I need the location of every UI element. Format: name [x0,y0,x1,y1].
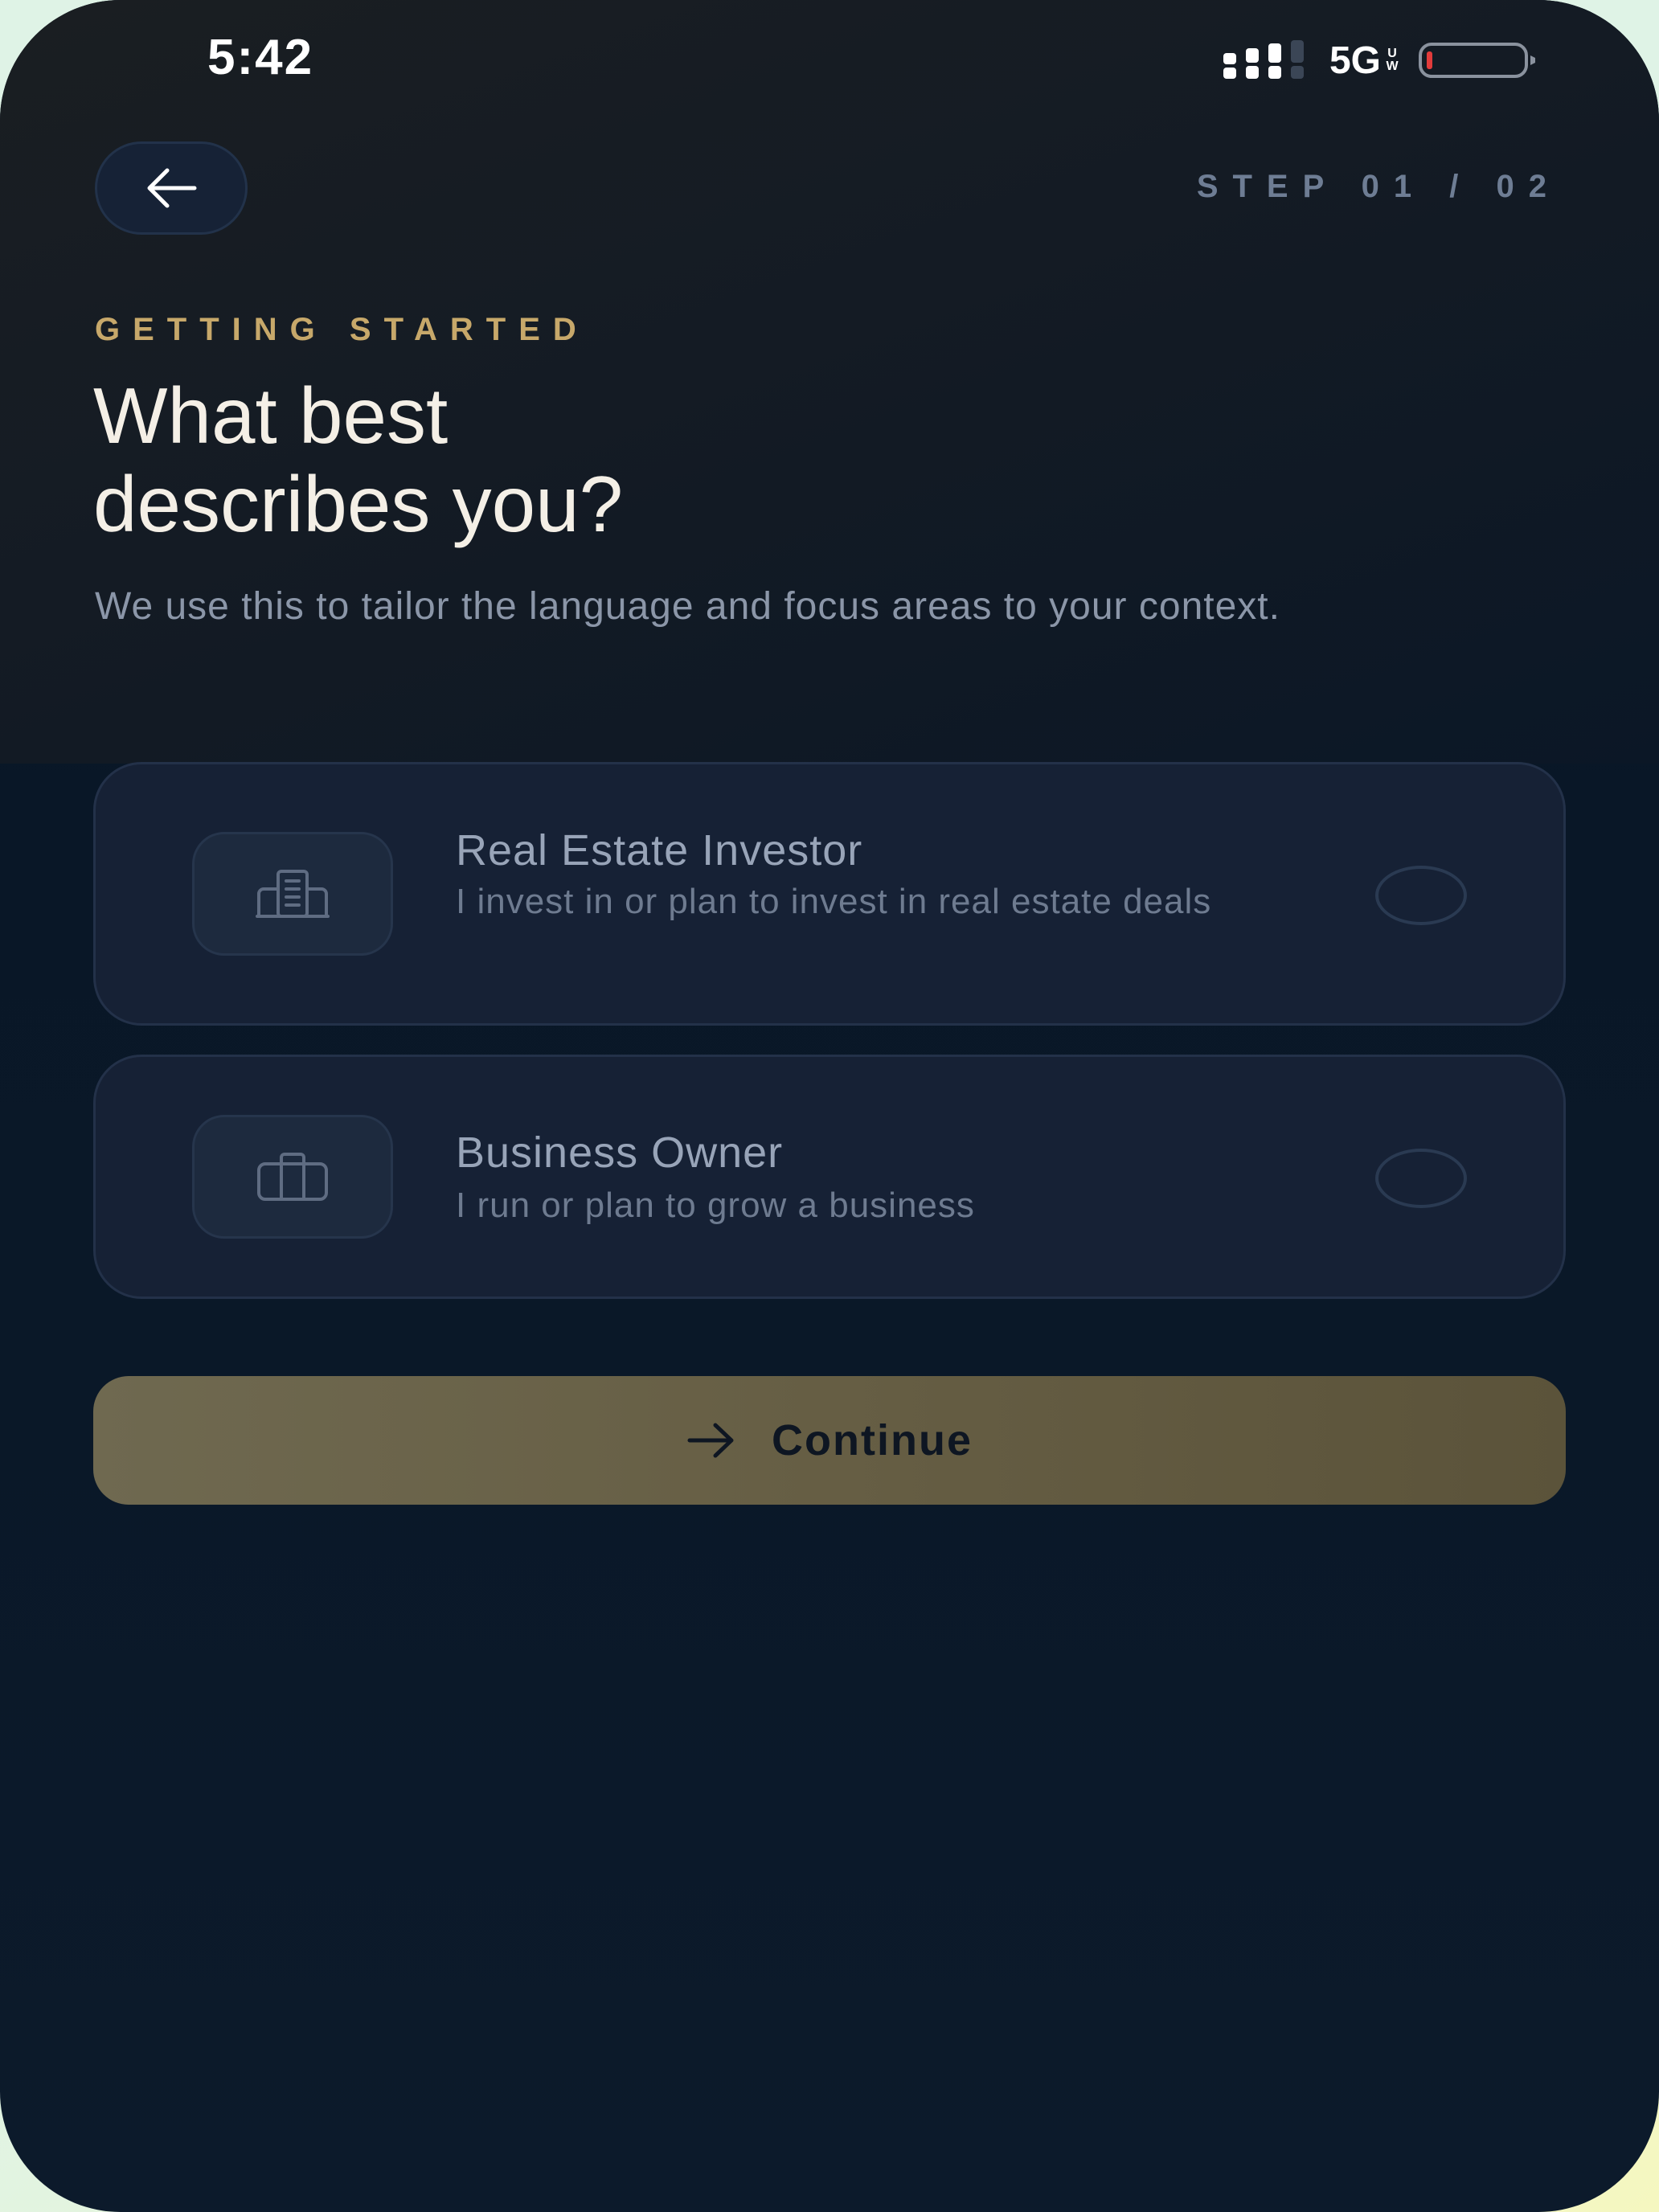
status-time: 5:42 [207,30,314,85]
option-description: I run or plan to grow a business [456,1186,975,1225]
phone-screen: 5:42 5G U W STEP 01 / 02 GETTING STARTED… [0,0,1659,2212]
back-button[interactable] [95,141,248,235]
option-icon-box [192,1115,393,1239]
network-sub-bottom: W [1386,59,1399,73]
option-description: I invest in or plan to invest in real es… [456,882,1212,921]
option-icon-box [192,832,393,956]
option-business-owner[interactable]: Business Owner I run or plan to grow a b… [93,1055,1566,1299]
arrow-left-icon [147,168,197,208]
page-title: What best describes you? [93,371,1299,548]
title-line-2: describes you? [93,460,624,548]
page-subtitle: We use this to tailor the language and f… [95,585,1280,628]
battery-icon [1419,43,1535,78]
status-indicators: 5G U W [1222,39,1538,82]
arrow-right-icon [687,1423,734,1458]
step-indicator: STEP 01 / 02 [1196,169,1561,204]
continue-label: Continue [772,1416,973,1464]
briefcase-icon [257,1153,328,1201]
eyebrow-label: GETTING STARTED [95,312,589,347]
option-radio[interactable] [1375,1149,1467,1208]
building-icon [256,870,330,918]
option-real-estate-investor[interactable]: Real Estate Investor I invest in or plan… [93,762,1566,1026]
option-title: Business Owner [456,1129,784,1177]
network-sub-label: U W [1384,47,1400,73]
signal-icon [1223,40,1304,79]
option-radio[interactable] [1375,866,1467,925]
option-title: Real Estate Investor [456,826,863,875]
network-sub-top: U [1387,47,1397,60]
network-label: 5G [1329,39,1381,82]
title-line-1: What best [93,371,449,460]
continue-button[interactable]: Continue [93,1376,1566,1505]
